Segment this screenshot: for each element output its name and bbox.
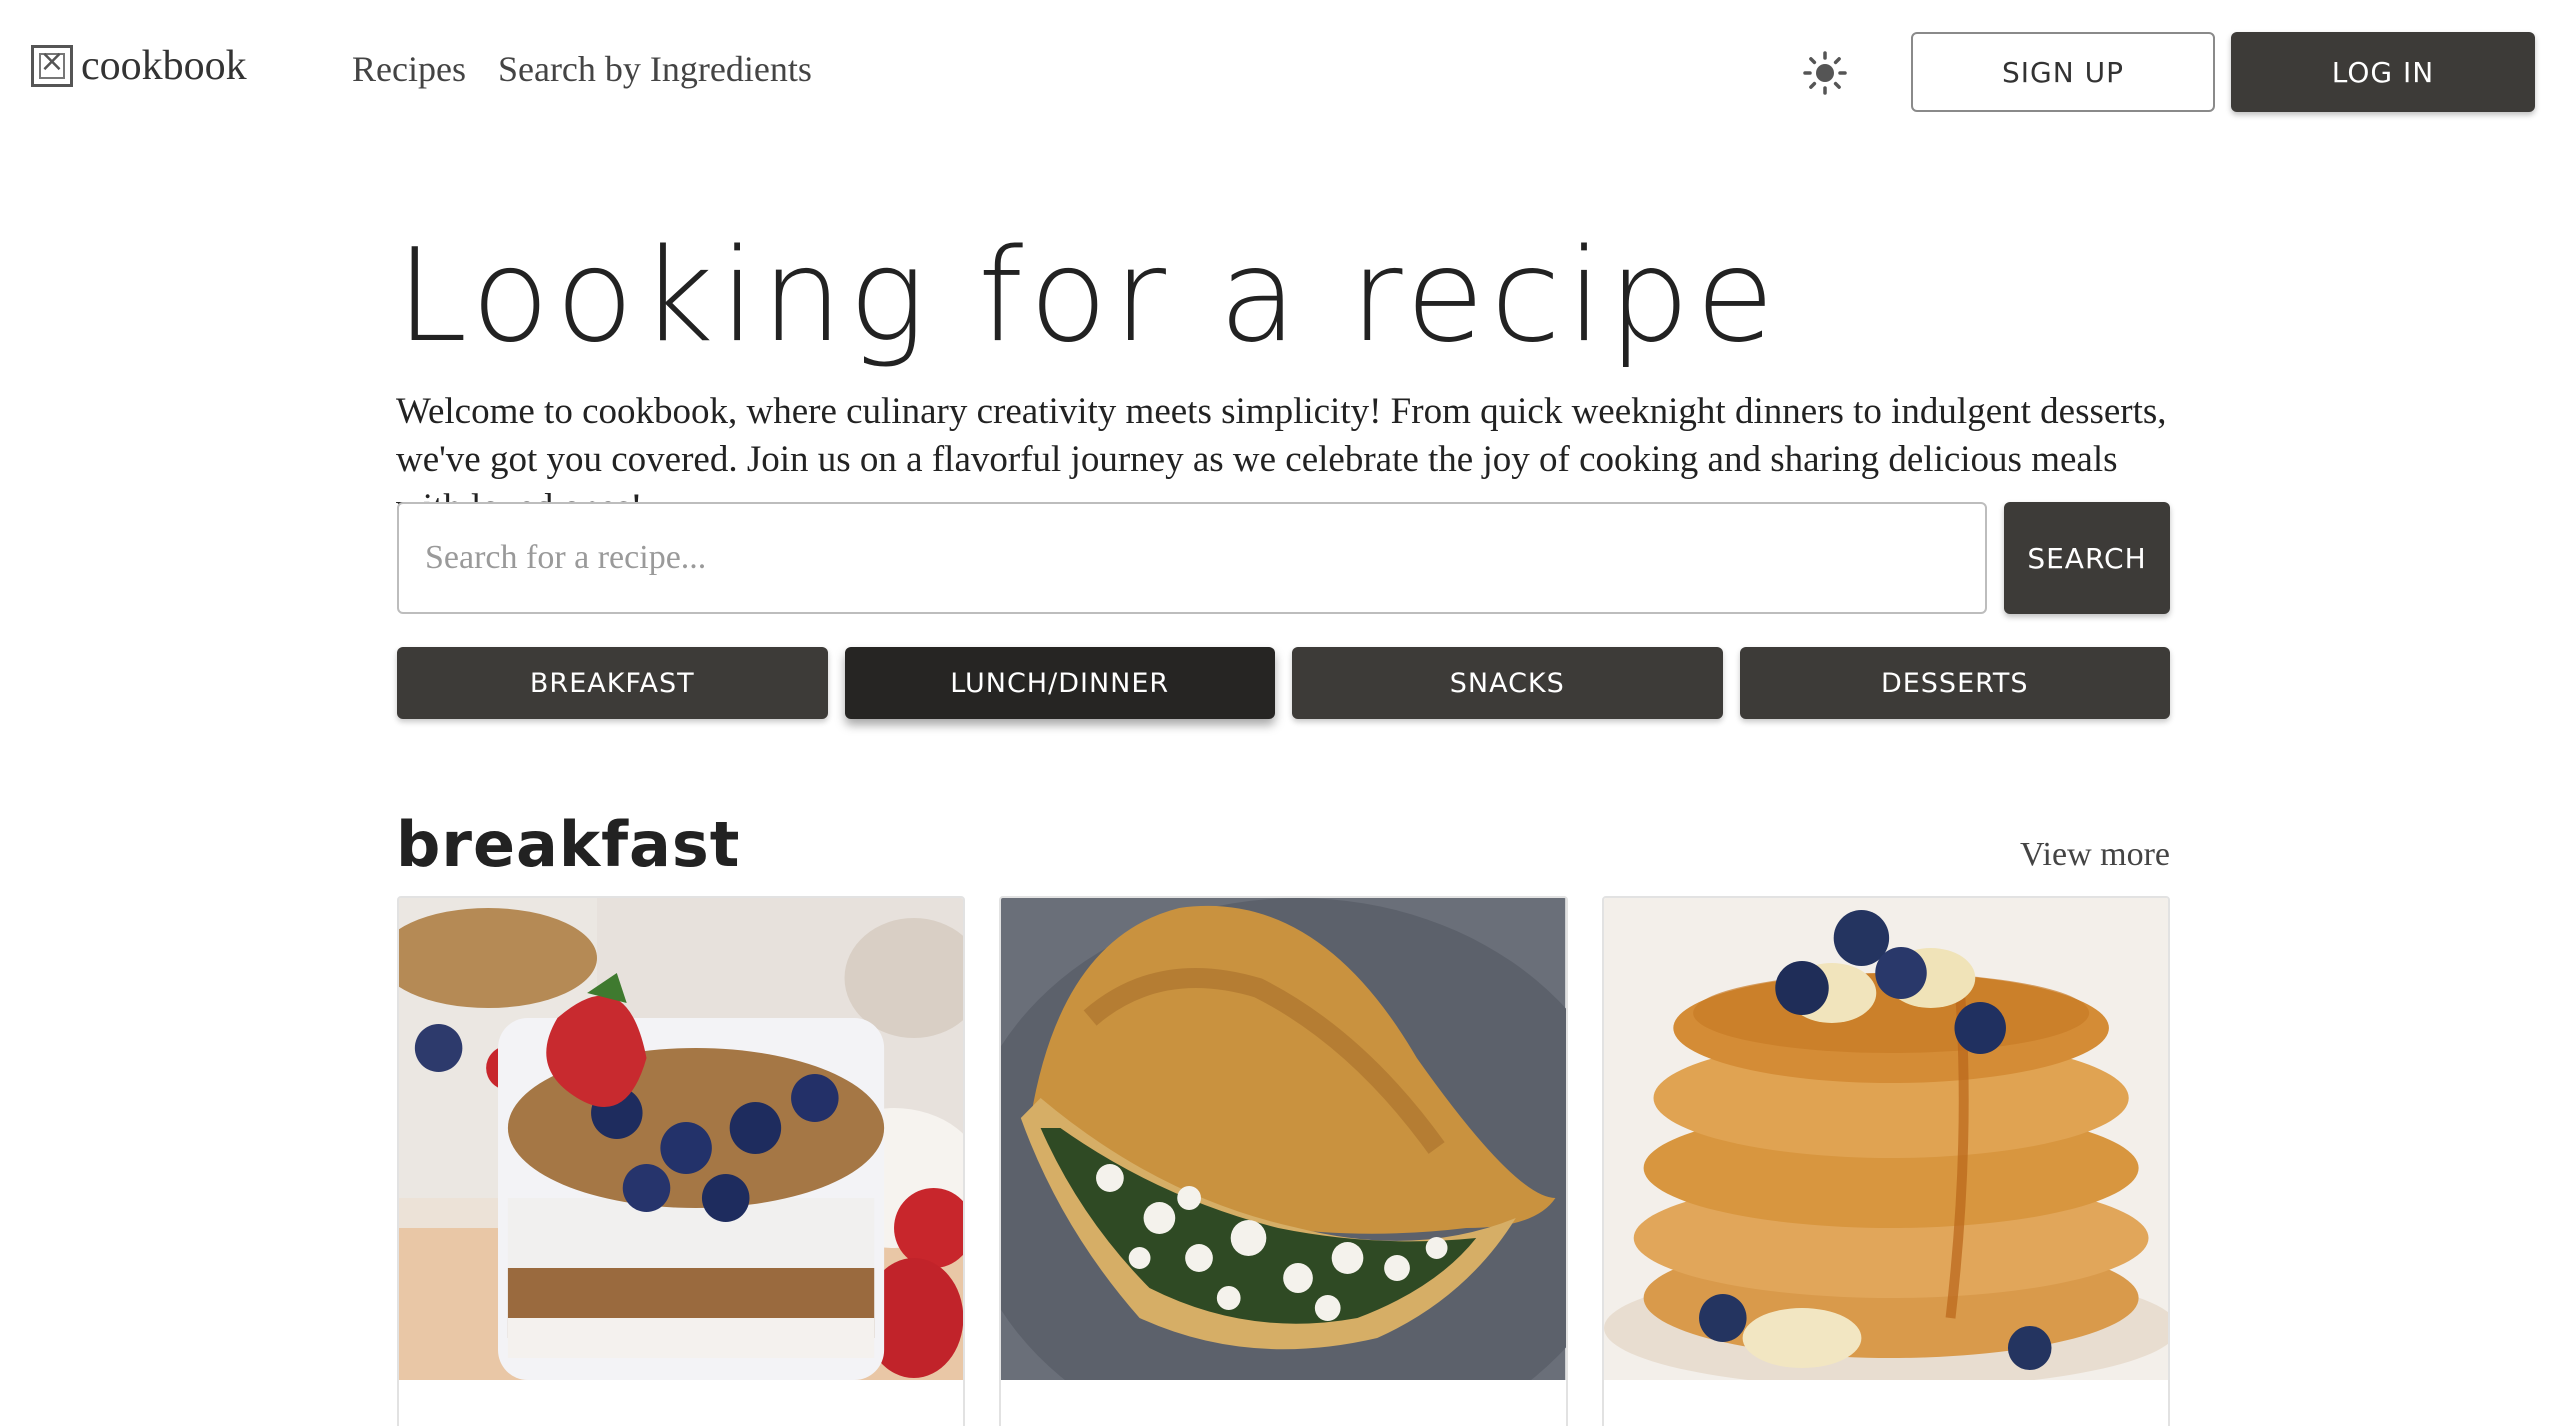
category-lunch-dinner-button[interactable]: LUNCH/DINNER (844, 647, 1275, 719)
category-buttons: BREAKFAST LUNCH/DINNER SNACKS DESSERTS (397, 647, 2170, 719)
page-title: Looking for a recipe (396, 222, 1781, 371)
nav-search-by-ingredients[interactable]: Search by Ingredients (498, 48, 812, 90)
recipe-cards (397, 896, 2170, 1426)
blueberry-banana-pancakes-image (1603, 898, 2168, 1380)
category-desserts-button[interactable]: DESSERTS (1739, 647, 2170, 719)
view-more-link[interactable]: View more (2020, 836, 2170, 874)
logo[interactable]: cookbook (31, 42, 247, 90)
recipe-card[interactable] (397, 896, 966, 1426)
nav-recipes[interactable]: Recipes (352, 48, 466, 90)
theme-toggle-button[interactable] (1800, 50, 1850, 96)
search-button[interactable]: SEARCH (2004, 502, 2170, 614)
section-title: breakfast (396, 808, 741, 881)
category-snacks-button[interactable]: SNACKS (1292, 647, 1723, 719)
spinach-feta-omelette-image (1001, 898, 1566, 1380)
sun-icon (1803, 51, 1847, 95)
logo-text: cookbook (81, 43, 247, 89)
sign-up-button[interactable]: SIGN UP (1911, 32, 2215, 112)
recipe-card[interactable] (1601, 896, 2170, 1426)
recipe-card[interactable] (999, 896, 1568, 1426)
recipe-search-input[interactable] (397, 502, 1987, 614)
category-breakfast-button[interactable]: BREAKFAST (397, 647, 828, 719)
yogurt-parfait-image (399, 898, 964, 1380)
cookbook-logo-icon (31, 44, 73, 87)
site-header: cookbook Recipes Search by Ingredients S… (0, 0, 2560, 140)
log-in-button[interactable]: LOG IN (2231, 32, 2535, 112)
main-nav: Recipes Search by Ingredients (352, 48, 812, 90)
